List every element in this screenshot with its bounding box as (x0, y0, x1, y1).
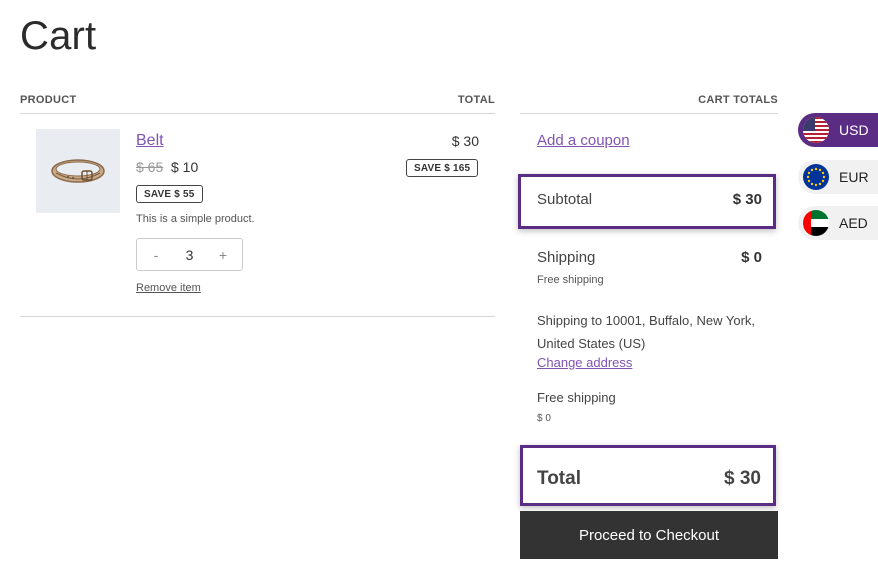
currency-eur[interactable]: EUR (798, 160, 878, 194)
shipping-destination-line1: Shipping to 10001, Buffalo, New York, (537, 313, 756, 328)
regular-price: $ 65 (136, 159, 164, 175)
currency-code-eur: EUR (839, 169, 869, 185)
shipping-destination-line2: United States (US) (537, 336, 646, 351)
page-title: Cart (20, 14, 97, 58)
change-address-link[interactable]: Change address (537, 355, 632, 370)
total-highlight: Total $ 30 (520, 445, 776, 506)
product-column-header: PRODUCT (20, 94, 77, 106)
currency-code-usd: USD (839, 122, 869, 138)
total-column-header: TOTAL (457, 94, 495, 106)
quantity-stepper: - 3 + (136, 238, 243, 271)
uae-flag-icon (803, 210, 829, 236)
belt-image-icon (51, 159, 105, 183)
shipping-option-price: $ 0 (537, 413, 551, 424)
remove-item-link[interactable]: Remove item (136, 282, 201, 294)
product-image[interactable] (36, 129, 120, 213)
currency-aed[interactable]: AED (798, 206, 878, 240)
subtotal-value: $ 30 (732, 191, 762, 208)
line-total: $ 30 (451, 133, 479, 149)
us-flag-icon (803, 117, 829, 143)
currency-code-aed: AED (839, 215, 868, 231)
add-coupon-link[interactable]: Add a coupon (537, 132, 630, 149)
row-divider (20, 316, 495, 317)
shipping-destination: Shipping to 10001, Buffalo, New York, Un… (537, 309, 767, 355)
product-name-link[interactable]: Belt (136, 132, 164, 150)
header-divider (20, 113, 495, 114)
shipping-option-label[interactable]: Free shipping (537, 390, 616, 405)
currency-usd[interactable]: USD (798, 113, 878, 147)
quantity-input[interactable]: 3 (186, 247, 194, 263)
shipping-label: Shipping (537, 249, 596, 266)
proceed-to-checkout-button[interactable]: Proceed to Checkout (520, 511, 778, 559)
item-save-badge: SAVE $ 55 (136, 185, 203, 203)
quantity-decrease-button[interactable]: - (149, 247, 163, 263)
quantity-increase-button[interactable]: + (216, 247, 230, 263)
subtotal-highlight: Subtotal $ 30 (518, 174, 776, 229)
sale-price: $ 10 (171, 159, 199, 175)
totals-header-divider (520, 113, 778, 114)
total-value: $ 30 (724, 468, 761, 489)
shipping-method: Free shipping (537, 274, 604, 286)
line-save-badge: SAVE $ 165 (406, 159, 479, 177)
total-label: Total (537, 468, 581, 489)
shipping-value: $ 0 (741, 249, 762, 266)
subtotal-label: Subtotal (537, 191, 593, 208)
product-description: This is a simple product. (136, 213, 255, 225)
eu-flag-icon (803, 164, 829, 190)
cart-totals-header: CART TOTALS (698, 94, 778, 106)
